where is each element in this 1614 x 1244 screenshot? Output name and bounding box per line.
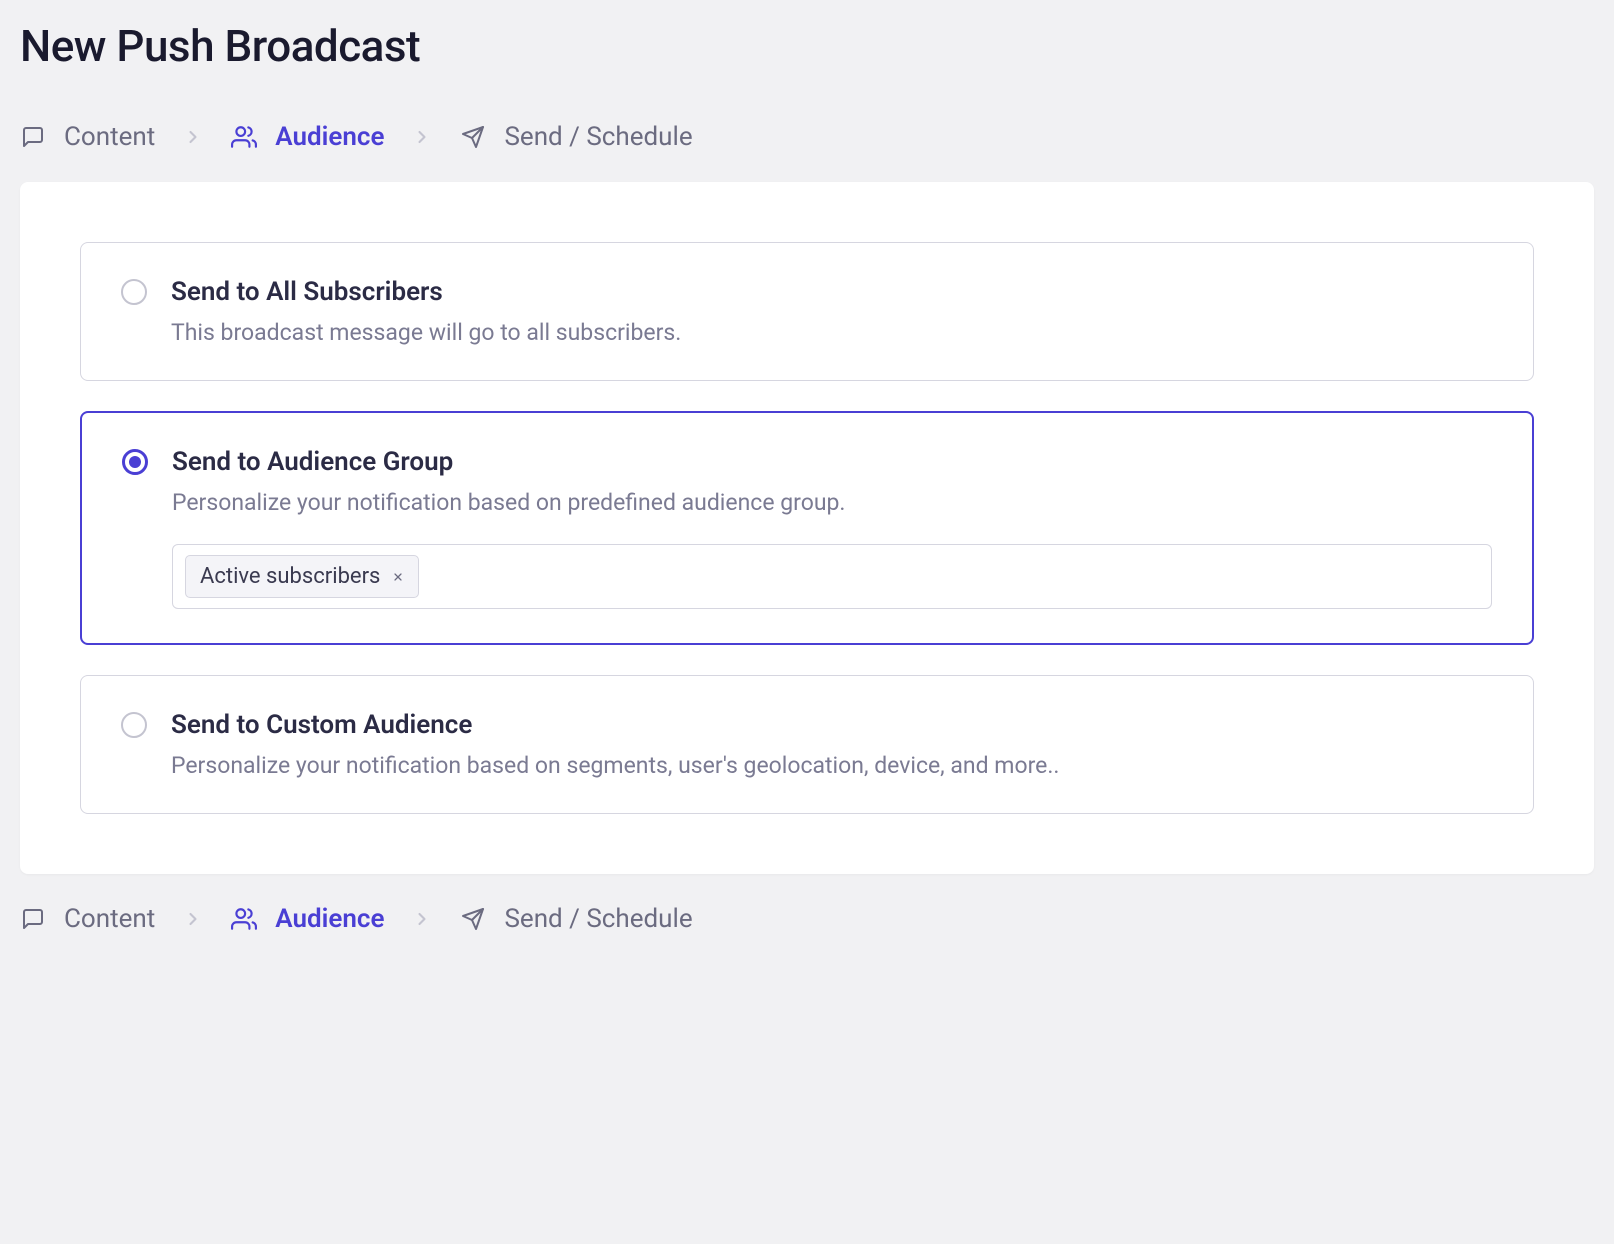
step-content[interactable]: Content — [20, 904, 155, 934]
step-audience[interactable]: Audience — [231, 904, 384, 934]
tag-label: Active subscribers — [200, 564, 380, 589]
option-desc: Personalize your notification based on s… — [171, 752, 1493, 779]
radio-audience-group[interactable] — [122, 449, 148, 475]
option-desc: This broadcast message will go to all su… — [171, 319, 1493, 346]
step-label: Audience — [275, 122, 384, 152]
option-desc: Personalize your notification based on p… — [172, 489, 1492, 516]
step-label: Send / Schedule — [504, 122, 692, 152]
message-icon — [20, 124, 46, 150]
stepper-top: Content Audience Send / Schedule — [20, 102, 1594, 182]
chevron-right-icon — [412, 127, 432, 147]
step-content[interactable]: Content — [20, 122, 155, 152]
step-label: Audience — [275, 904, 384, 934]
radio-custom-audience[interactable] — [121, 712, 147, 738]
audience-icon — [231, 124, 257, 150]
send-icon — [460, 124, 486, 150]
send-icon — [460, 906, 486, 932]
step-label: Content — [64, 122, 155, 152]
step-send-schedule[interactable]: Send / Schedule — [460, 122, 692, 152]
close-icon[interactable] — [392, 571, 404, 583]
option-title: Send to Audience Group — [172, 447, 1492, 477]
radio-all-subscribers[interactable] — [121, 279, 147, 305]
stepper-bottom: Content Audience Send / Schedule — [20, 874, 1594, 944]
option-title: Send to All Subscribers — [171, 277, 1493, 307]
message-icon — [20, 906, 46, 932]
chevron-right-icon — [183, 909, 203, 929]
option-custom-audience[interactable]: Send to Custom Audience Personalize your… — [80, 675, 1534, 814]
chevron-right-icon — [412, 909, 432, 929]
option-title: Send to Custom Audience — [171, 710, 1493, 740]
option-audience-group[interactable]: Send to Audience Group Personalize your … — [80, 411, 1534, 645]
audience-group-input[interactable]: Active subscribers — [172, 544, 1492, 609]
step-audience[interactable]: Audience — [231, 122, 384, 152]
audience-card: Send to All Subscribers This broadcast m… — [20, 182, 1594, 874]
step-send-schedule[interactable]: Send / Schedule — [460, 904, 692, 934]
step-label: Content — [64, 904, 155, 934]
audience-icon — [231, 906, 257, 932]
audience-tag: Active subscribers — [185, 555, 419, 598]
option-all-subscribers[interactable]: Send to All Subscribers This broadcast m… — [80, 242, 1534, 381]
step-label: Send / Schedule — [504, 904, 692, 934]
page-title: New Push Broadcast — [20, 0, 1594, 102]
chevron-right-icon — [183, 127, 203, 147]
